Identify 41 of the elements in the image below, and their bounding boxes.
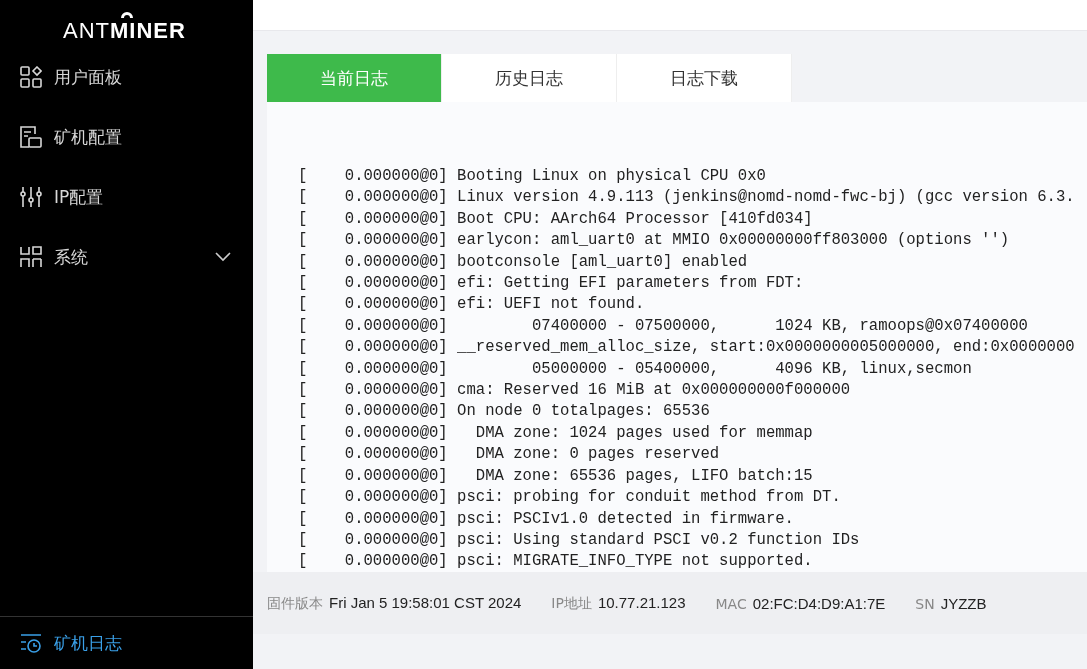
- tab[interactable]: 日志下载: [617, 54, 792, 102]
- status-label: IP地址: [551, 594, 592, 613]
- status-value: Fri Jan 5 19:58:01 CST 2024: [329, 593, 522, 611]
- chevron-down-icon: [215, 252, 231, 262]
- nav-item[interactable]: 矿机配置: [0, 107, 253, 167]
- log-line: [ 0.000000@0] DMA zone: 65536 pages, LIFO batch:15: [298, 465, 814, 487]
- log-line: [ 0.000000@0] DMA zone: 1024 pages used for memmap: [298, 422, 814, 444]
- log-line: [ 0.000000@0] bootconsole [aml_uart0] enabled: [298, 251, 749, 273]
- log-line: [ 0.000000@0] 07400000 - 07500000, 1024 KB, ramoops@0x07400000: [298, 315, 1029, 337]
- log-line: [ 0.000000@0] Boot CPU: AArch64 Processor [410fd034]: [298, 208, 814, 230]
- log-line: [ 0.000000@0] efi: UEFI not found.: [298, 294, 646, 316]
- log-line: [ 0.000000@0] Linux version 4.9.113 (jenkins@nomd-nomd-fwc-bj) (gcc version 6.3.: [298, 187, 1076, 209]
- log-line: [ 0.000000@0] psci: probing for conduit method from DT.: [298, 487, 842, 509]
- logo-text: ANTMINER: [63, 18, 186, 44]
- list-clock-icon: [20, 632, 42, 654]
- log-line: [ 0.000000@0] psci: Using standard PSCI v0.2 function IDs: [298, 529, 861, 551]
- log-line: [ 0.000000@0] __reserved_mem_alloc_size, start:0x0000000005000000, end:0x0000000: [298, 337, 1076, 359]
- log-line: [ 0.000000@0] earlycon: aml_uart0 at MMIO 0x00000000ff803000 (options ''): [298, 230, 1011, 252]
- log-line: [ 0.000000@0] Booting Linux on physical CPU 0x0: [298, 166, 767, 187]
- grid-icon: [20, 66, 42, 88]
- status-label: MAC: [715, 595, 747, 612]
- status-value: JYZZB: [940, 594, 987, 612]
- log-line: [ 0.000000@0] On node 0 totalpages: 65536: [298, 401, 711, 423]
- status-value: 02:FC:D4:D9:A1:7E: [752, 594, 886, 612]
- log-line: [ 0.000000@0] psci: PSCIv1.0 detected in firmware.: [298, 508, 795, 530]
- log-line: [ 0.000000@0] 05000000 - 05400000, 4096 KB, linux,secmon: [298, 358, 973, 380]
- log-line: [ 0.000000@0] psci: MIGRATE_INFO_TYPE not supported.: [298, 551, 814, 572]
- document-icon: [20, 126, 42, 148]
- log-line: [ 0.000000@0] DMA zone: 0 pages reserved: [298, 444, 721, 466]
- status-label: 固件版本: [267, 594, 323, 613]
- status-value: 10.77.21.123: [597, 593, 686, 611]
- nav-item[interactable]: IP配置: [0, 167, 253, 227]
- log-line: [ 0.000000@0] efi: Getting EFI parameters from FDT:: [298, 273, 805, 295]
- log-line: [ 0.000000@0] cma: Reserved 16 MiB at 0x000000000f000000: [298, 380, 852, 402]
- network-icon: [20, 246, 42, 268]
- status-label: SN: [915, 595, 935, 612]
- nav-item[interactable]: 系统: [0, 227, 253, 287]
- nav-item[interactable]: 用户面板: [0, 47, 253, 107]
- tab[interactable]: 历史日志: [442, 54, 617, 102]
- nav-item[interactable]: 矿机日志: [0, 617, 253, 669]
- sliders-icon: [20, 186, 42, 208]
